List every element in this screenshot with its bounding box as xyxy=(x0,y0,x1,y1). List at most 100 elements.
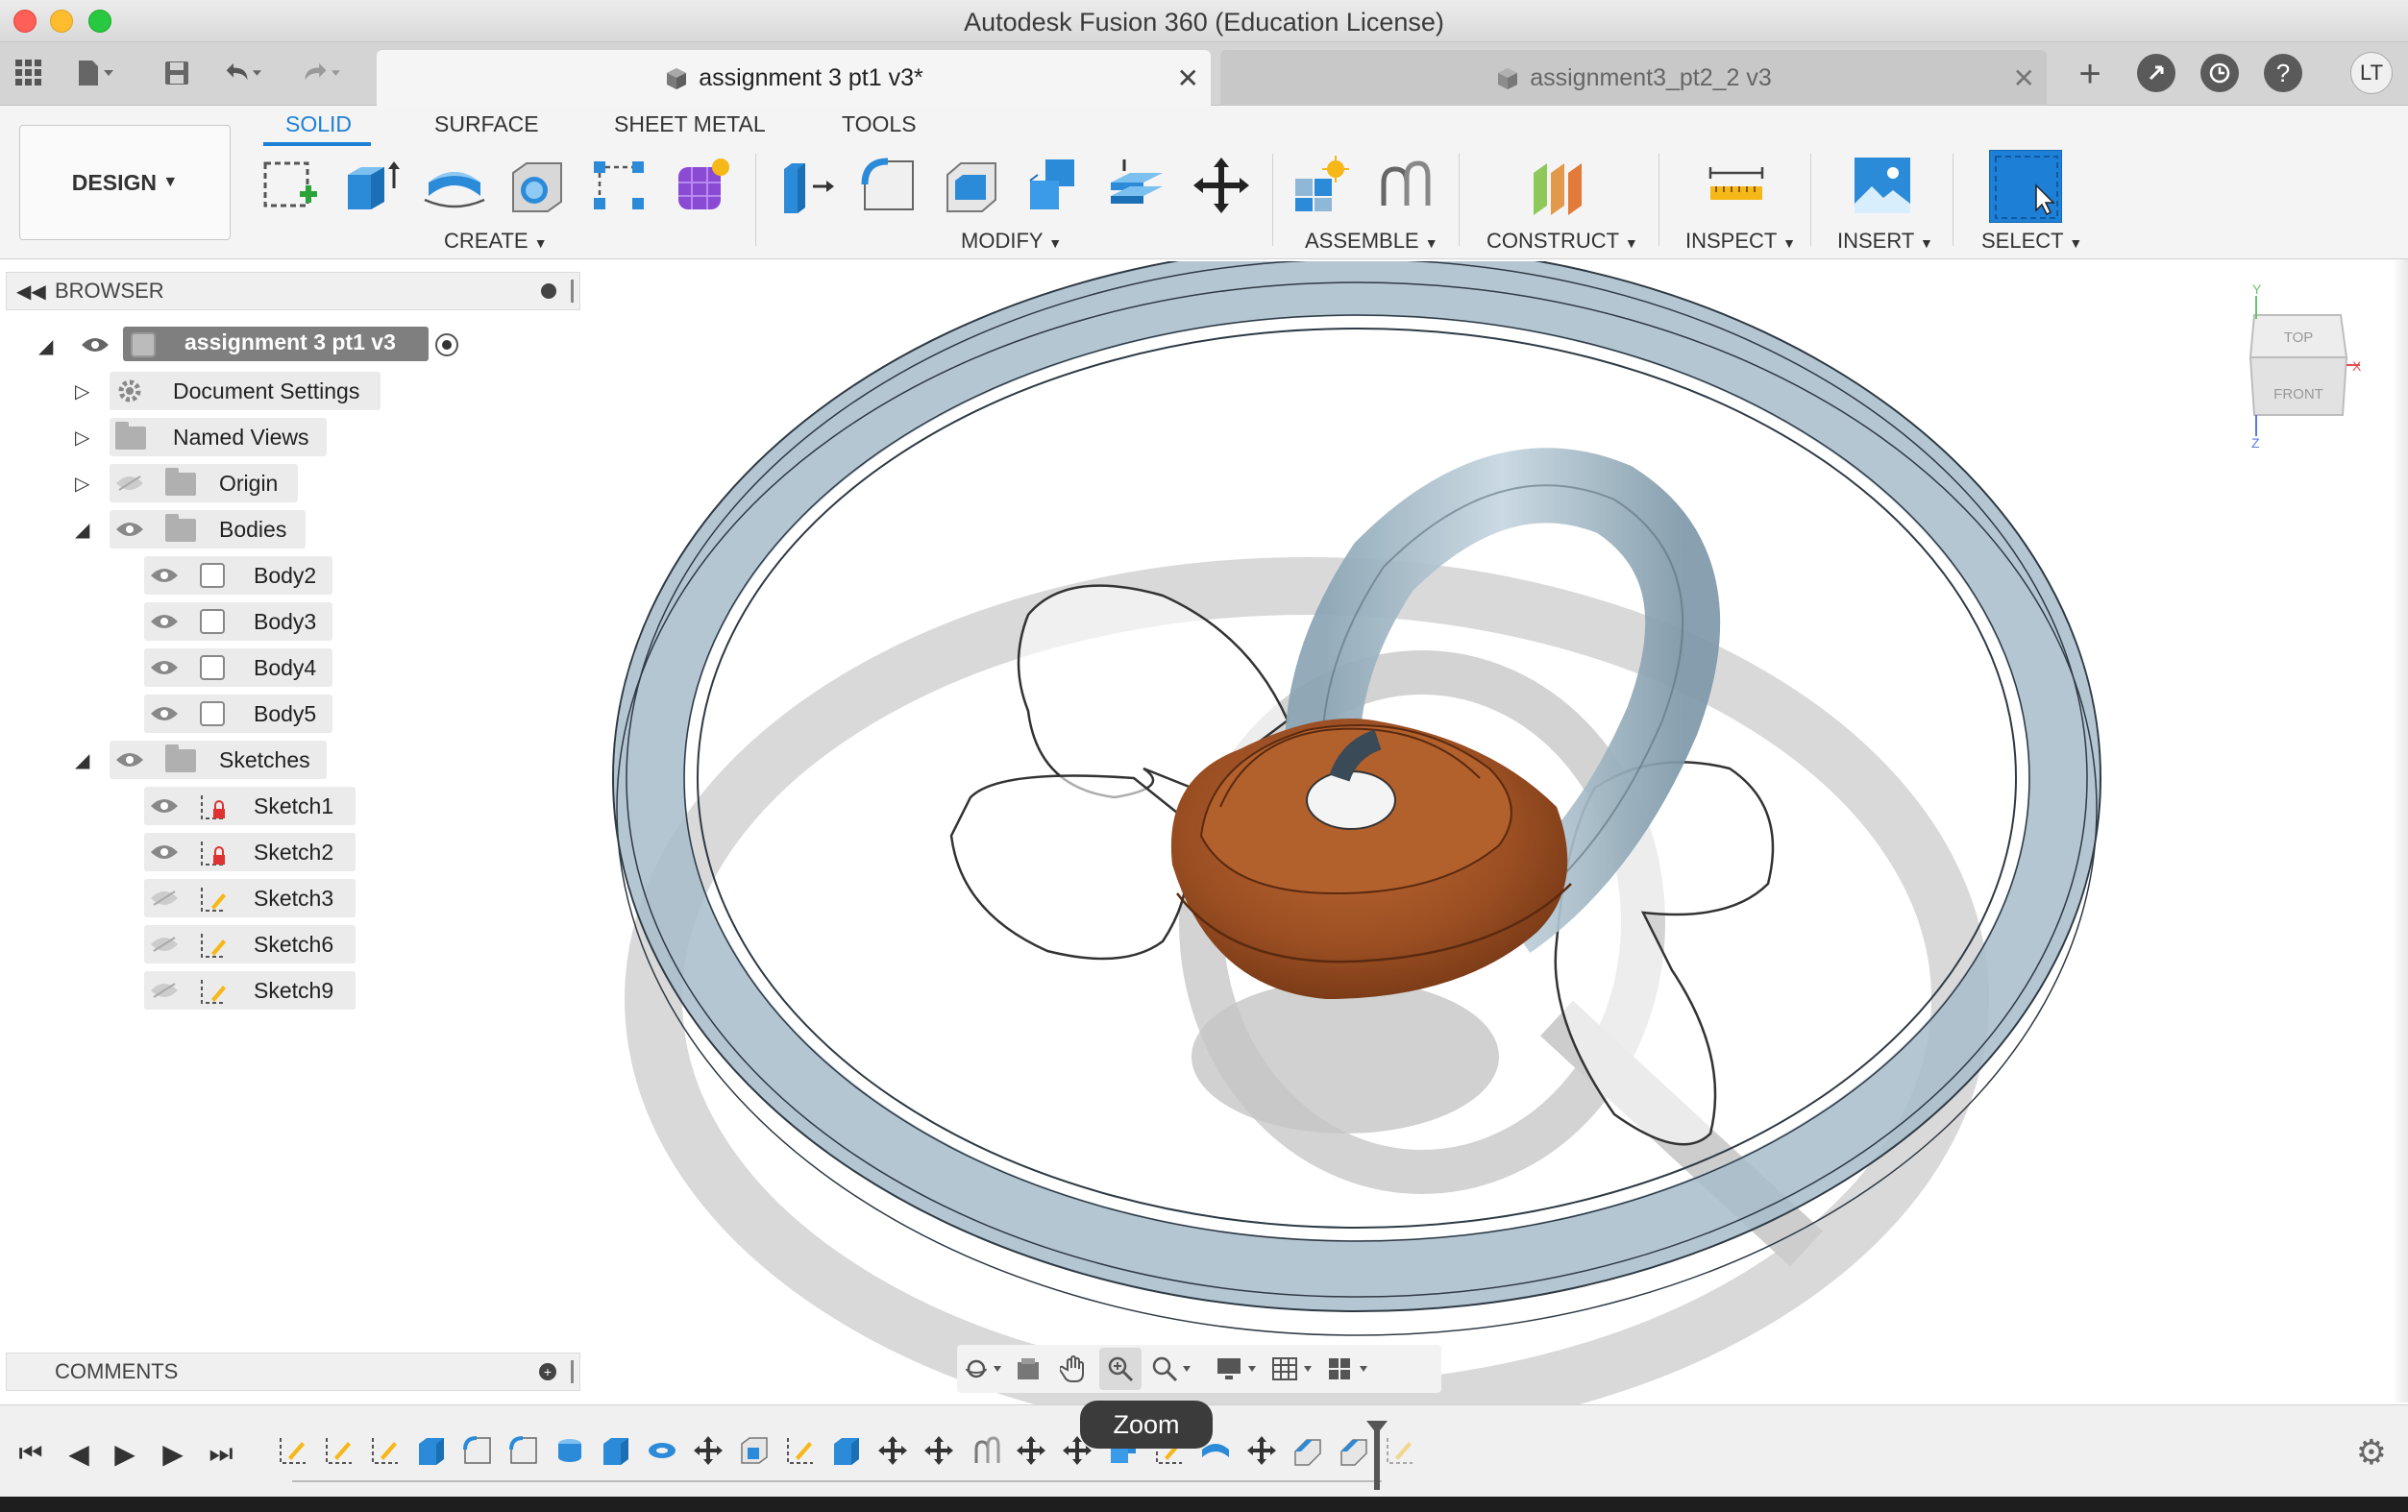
move-copy-icon[interactable] xyxy=(1190,154,1253,217)
shell-icon[interactable] xyxy=(940,154,1003,217)
combine-icon[interactable] xyxy=(1022,154,1086,217)
create-form-icon[interactable] xyxy=(671,154,734,217)
select-group-label[interactable]: SELECT ▼ xyxy=(1981,229,2082,254)
go-to-start-icon[interactable]: ⏮ xyxy=(12,1434,50,1473)
panel-resize-handle[interactable] xyxy=(571,280,574,303)
select-tool-button[interactable] xyxy=(1989,150,2062,223)
new-component-icon[interactable] xyxy=(1290,154,1353,217)
modify-group-label[interactable]: MODIFY ▼ xyxy=(961,229,1062,254)
hidden-eye-icon[interactable] xyxy=(115,475,144,492)
insert-image-icon[interactable] xyxy=(1851,154,1914,217)
timeline-split-body-icon[interactable] xyxy=(1338,1434,1370,1467)
close-tab-icon[interactable]: ✕ xyxy=(1177,62,1199,94)
offset-plane-icon[interactable] xyxy=(1526,154,1589,217)
press-pull-icon[interactable] xyxy=(774,154,838,217)
pan-hand-icon[interactable] xyxy=(1053,1348,1095,1390)
visibility-eye-icon[interactable] xyxy=(150,797,179,815)
timeline-move-icon[interactable] xyxy=(876,1434,909,1467)
timeline-split-body-icon[interactable] xyxy=(1291,1434,1324,1467)
expanded-triangle-icon[interactable]: ◢ xyxy=(75,748,89,772)
visibility-eye-icon[interactable] xyxy=(115,521,144,538)
timeline-cylinder-icon[interactable] xyxy=(553,1434,586,1467)
collapse-panel-icon[interactable]: ◀◀ xyxy=(16,280,46,304)
file-menu-icon[interactable] xyxy=(75,54,113,92)
tab-sheet-metal[interactable]: SHEET METAL xyxy=(614,111,766,137)
timeline-sketch-icon[interactable] xyxy=(784,1434,817,1467)
expanded-triangle-icon[interactable]: ◢ xyxy=(75,518,89,542)
viewcube-front-label[interactable]: FRONT xyxy=(2273,386,2323,402)
extrude-icon[interactable] xyxy=(340,154,404,217)
timeline-extrude-icon[interactable] xyxy=(600,1434,632,1467)
expanded-triangle-icon[interactable]: ◢ xyxy=(38,334,53,358)
timeline-torus-icon[interactable] xyxy=(646,1434,678,1467)
viewcube[interactable]: TOP FRONT Y X Z xyxy=(2248,281,2362,451)
viewcube-top-label[interactable]: TOP xyxy=(2284,329,2314,346)
redo-icon[interactable] xyxy=(302,54,340,92)
tab-active-document[interactable]: assignment 3 pt1 v3* ✕ xyxy=(377,50,1211,106)
panel-resize-handle[interactable] xyxy=(571,1360,574,1383)
close-tab-icon[interactable]: ✕ xyxy=(2013,62,2035,94)
display-settings-icon[interactable] xyxy=(1211,1348,1263,1390)
tab-solid[interactable]: SOLID xyxy=(285,111,352,137)
timeline-fillet-icon[interactable] xyxy=(461,1434,494,1467)
hidden-eye-icon[interactable] xyxy=(150,890,179,907)
timeline-sketch-suppressed-icon[interactable] xyxy=(1384,1434,1416,1467)
orbit-icon[interactable] xyxy=(961,1348,1003,1390)
viewports-icon[interactable] xyxy=(1322,1348,1374,1390)
data-panel-grid-icon[interactable] xyxy=(10,54,48,92)
step-forward-icon[interactable]: ▶ xyxy=(154,1434,192,1473)
comments-panel-header[interactable]: COMMENTS + xyxy=(6,1353,580,1391)
inspect-group-label[interactable]: INSPECT ▼ xyxy=(1685,229,1796,254)
timeline-sketch-icon[interactable] xyxy=(277,1434,309,1467)
panel-pin-icon[interactable] xyxy=(541,283,556,299)
timeline-sketch-icon[interactable] xyxy=(323,1434,356,1467)
new-tab-plus-icon[interactable]: + xyxy=(2068,52,2112,96)
joint-icon[interactable] xyxy=(1374,154,1437,217)
tab-surface[interactable]: SURFACE xyxy=(434,111,539,137)
visibility-eye-icon[interactable] xyxy=(81,336,110,354)
step-back-icon[interactable]: ◀ xyxy=(60,1434,98,1473)
visibility-eye-icon[interactable] xyxy=(150,613,179,630)
assemble-group-label[interactable]: ASSEMBLE ▼ xyxy=(1305,229,1438,254)
fit-window-icon[interactable] xyxy=(1145,1348,1197,1390)
job-status-clock-icon[interactable] xyxy=(2200,54,2239,92)
pattern-icon[interactable] xyxy=(588,154,651,217)
visibility-eye-icon[interactable] xyxy=(115,751,144,768)
collapsed-triangle-icon[interactable]: ▷ xyxy=(75,472,89,496)
timeline-settings-gear-icon[interactable]: ⚙ xyxy=(2356,1432,2387,1473)
hidden-eye-icon[interactable] xyxy=(150,982,179,999)
timeline-move-icon[interactable] xyxy=(1245,1434,1278,1467)
look-at-icon[interactable] xyxy=(1007,1348,1049,1390)
visibility-eye-icon[interactable] xyxy=(150,567,179,584)
workspace-switcher-button[interactable]: DESIGN ▼ xyxy=(19,125,231,240)
timeline-move-icon[interactable] xyxy=(922,1434,955,1467)
insert-group-label[interactable]: INSERT ▼ xyxy=(1837,229,1933,254)
timeline-marker-handle[interactable] xyxy=(1366,1421,1388,1490)
measure-icon[interactable] xyxy=(1705,154,1768,217)
visibility-eye-icon[interactable] xyxy=(150,705,179,722)
user-avatar[interactable]: LT xyxy=(2350,52,2393,94)
timeline-fillet-icon[interactable] xyxy=(507,1434,540,1467)
collapsed-triangle-icon[interactable]: ▷ xyxy=(75,426,89,450)
create-sketch-icon[interactable] xyxy=(258,154,321,217)
timeline-extrude-icon[interactable] xyxy=(415,1434,448,1467)
go-to-end-icon[interactable]: ⏭ xyxy=(202,1434,240,1473)
fillet-icon[interactable] xyxy=(857,154,921,217)
hidden-eye-icon[interactable] xyxy=(150,936,179,953)
zoom-magnifier-icon[interactable] xyxy=(1099,1348,1142,1390)
tab-tools[interactable]: TOOLS xyxy=(842,111,917,137)
offset-face-icon[interactable] xyxy=(1105,154,1168,217)
visibility-eye-icon[interactable] xyxy=(150,659,179,676)
timeline-extrude-icon[interactable] xyxy=(830,1434,863,1467)
undo-icon[interactable] xyxy=(223,54,261,92)
help-icon[interactable]: ? xyxy=(2264,54,2302,92)
extensions-icon[interactable] xyxy=(2137,54,2175,92)
timeline-joint-icon[interactable] xyxy=(969,1434,1001,1467)
grid-settings-icon[interactable] xyxy=(1266,1348,1318,1390)
timeline-sketch-icon[interactable] xyxy=(369,1434,402,1467)
visibility-eye-icon[interactable] xyxy=(150,843,179,861)
add-comment-icon[interactable]: + xyxy=(539,1363,556,1380)
model-render[interactable]: TOP FRONT Y X Z xyxy=(584,261,2408,1404)
timeline-move-icon[interactable] xyxy=(1015,1434,1047,1467)
play-icon[interactable]: ▶ xyxy=(106,1434,144,1473)
